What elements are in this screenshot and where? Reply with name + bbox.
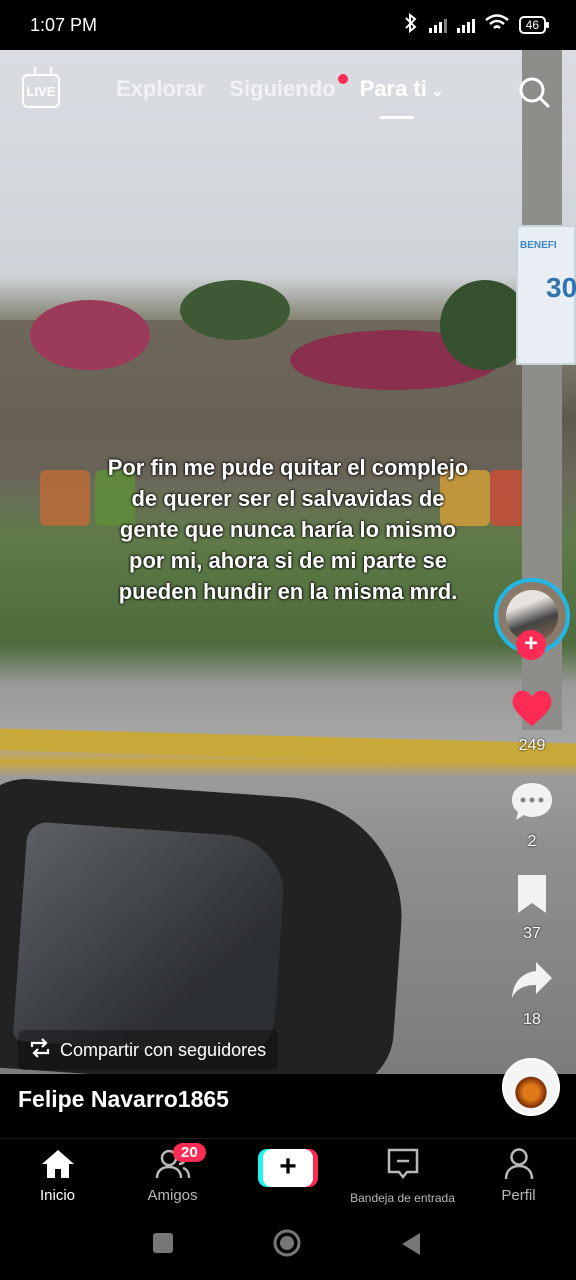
status-icons: 46 <box>403 12 550 38</box>
friends-badge: 20 <box>173 1143 206 1162</box>
street-sign-text: BENEFI <box>520 240 557 251</box>
nav-inbox[interactable]: Bandeja de entrada <box>345 1147 460 1205</box>
nav-friends[interactable]: 20 Amigos <box>115 1143 230 1204</box>
like-count: 249 <box>518 737 546 754</box>
video-caption: Por fin me pude quitar el complejo de qu… <box>107 455 469 604</box>
share-with-followers-button[interactable]: Compartir con seguidores <box>18 1030 279 1070</box>
mirror-glass <box>12 821 288 1059</box>
nav-home[interactable]: Inicio <box>0 1147 115 1204</box>
music-disc-icon[interactable] <box>502 1058 560 1116</box>
username[interactable]: Felipe Navarro1865 <box>18 1086 229 1113</box>
bluetooth-icon <box>403 12 419 38</box>
system-nav-bar <box>0 1210 576 1280</box>
share-with-followers-label: Compartir con seguidores <box>60 1039 267 1060</box>
signal-icon-2 <box>456 17 475 33</box>
status-bar: 1:07 PM 46 <box>0 0 576 50</box>
feed-tabs: Explorar Siguiendo Para ti ⌄ <box>116 74 445 119</box>
status-time: 1:07 PM <box>30 14 98 35</box>
battery-icon: 46 <box>518 16 550 34</box>
flowers-bush <box>30 300 150 370</box>
signal-icon <box>428 17 447 33</box>
bottom-nav: Inicio 20 Amigos + Bandeja de entrada Pe… <box>0 1138 576 1210</box>
street-sign-number: 30 <box>546 272 576 303</box>
wifi-icon <box>484 13 509 37</box>
share-count: 18 <box>523 1011 541 1028</box>
comment-button[interactable]: 2 <box>496 780 568 851</box>
nav-inbox-label: Bandeja de entrada <box>350 1191 455 1205</box>
create-button[interactable]: + <box>258 1149 318 1187</box>
tab-para-ti[interactable]: Para ti ⌄ <box>359 76 445 119</box>
repost-icon <box>28 1037 52 1064</box>
home-icon <box>41 1150 74 1178</box>
bookmark-button[interactable]: 37 <box>496 872 568 943</box>
top-nav: LIVE Explorar Siguiendo Para ti ⌄ <box>0 62 576 122</box>
comment-count: 2 <box>527 833 537 850</box>
plus-icon: + <box>263 1149 313 1187</box>
tab-para-ti-label: Para ti <box>359 76 427 101</box>
inbox-icon <box>387 1148 418 1180</box>
follow-plus-icon[interactable]: + <box>516 630 546 660</box>
tab-explorar[interactable]: Explorar <box>116 76 205 102</box>
nav-home-label: Inicio <box>39 1187 76 1204</box>
search-icon[interactable] <box>518 76 550 108</box>
comment-icon <box>512 783 552 820</box>
share-button[interactable]: 18 <box>496 960 568 1029</box>
nav-profile[interactable]: Perfil <box>461 1147 576 1204</box>
heart-icon <box>512 690 552 726</box>
like-button[interactable]: 249 <box>496 688 568 755</box>
profile-icon <box>504 1148 533 1180</box>
live-label: LIVE <box>26 83 56 99</box>
chevron-down-icon: ⌄ <box>430 83 445 100</box>
tab-siguiendo[interactable]: Siguiendo <box>229 74 348 102</box>
recents-icon[interactable] <box>152 1232 174 1259</box>
bookmark-count: 37 <box>523 925 541 942</box>
tab-siguiendo-label: Siguiendo <box>229 76 336 101</box>
live-icon[interactable]: LIVE <box>22 74 60 108</box>
nav-friends-label: Amigos <box>147 1187 198 1204</box>
notification-dot <box>337 74 348 84</box>
tree <box>180 280 290 340</box>
nav-profile-label: Perfil <box>501 1187 536 1204</box>
bookmark-icon <box>518 875 546 913</box>
share-icon <box>512 962 552 998</box>
user-bar: Felipe Navarro1865 <box>0 1058 576 1138</box>
home-circle-icon[interactable] <box>272 1228 302 1263</box>
curb <box>0 728 576 766</box>
back-icon[interactable] <box>400 1232 422 1261</box>
